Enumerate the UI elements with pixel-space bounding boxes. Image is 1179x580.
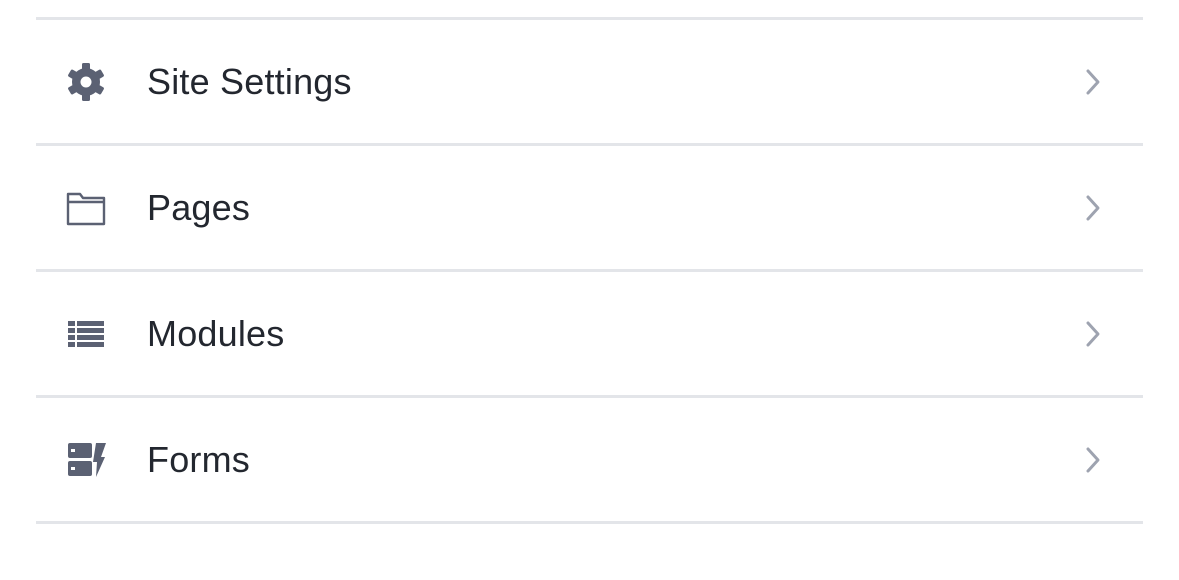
menu-item-pages[interactable]: Pages bbox=[36, 146, 1143, 272]
menu-item-label: Modules bbox=[147, 312, 285, 354]
chevron-right-icon bbox=[1083, 445, 1103, 475]
list-icon bbox=[66, 314, 106, 354]
menu-item-forms[interactable]: Forms bbox=[36, 398, 1143, 524]
chevron-right-icon bbox=[1083, 319, 1103, 349]
menu-list: Site Settings Pages Modules Forms bbox=[36, 17, 1143, 524]
menu-item-site-settings[interactable]: Site Settings bbox=[36, 20, 1143, 146]
gear-icon bbox=[66, 62, 106, 102]
menu-item-modules[interactable]: Modules bbox=[36, 272, 1143, 398]
menu-item-label: Pages bbox=[147, 186, 251, 228]
form-bolt-icon bbox=[66, 440, 106, 480]
chevron-right-icon bbox=[1083, 67, 1103, 97]
menu-item-label: Forms bbox=[147, 438, 250, 480]
menu-item-label: Site Settings bbox=[147, 60, 352, 102]
folder-icon bbox=[66, 188, 106, 228]
chevron-right-icon bbox=[1083, 193, 1103, 223]
